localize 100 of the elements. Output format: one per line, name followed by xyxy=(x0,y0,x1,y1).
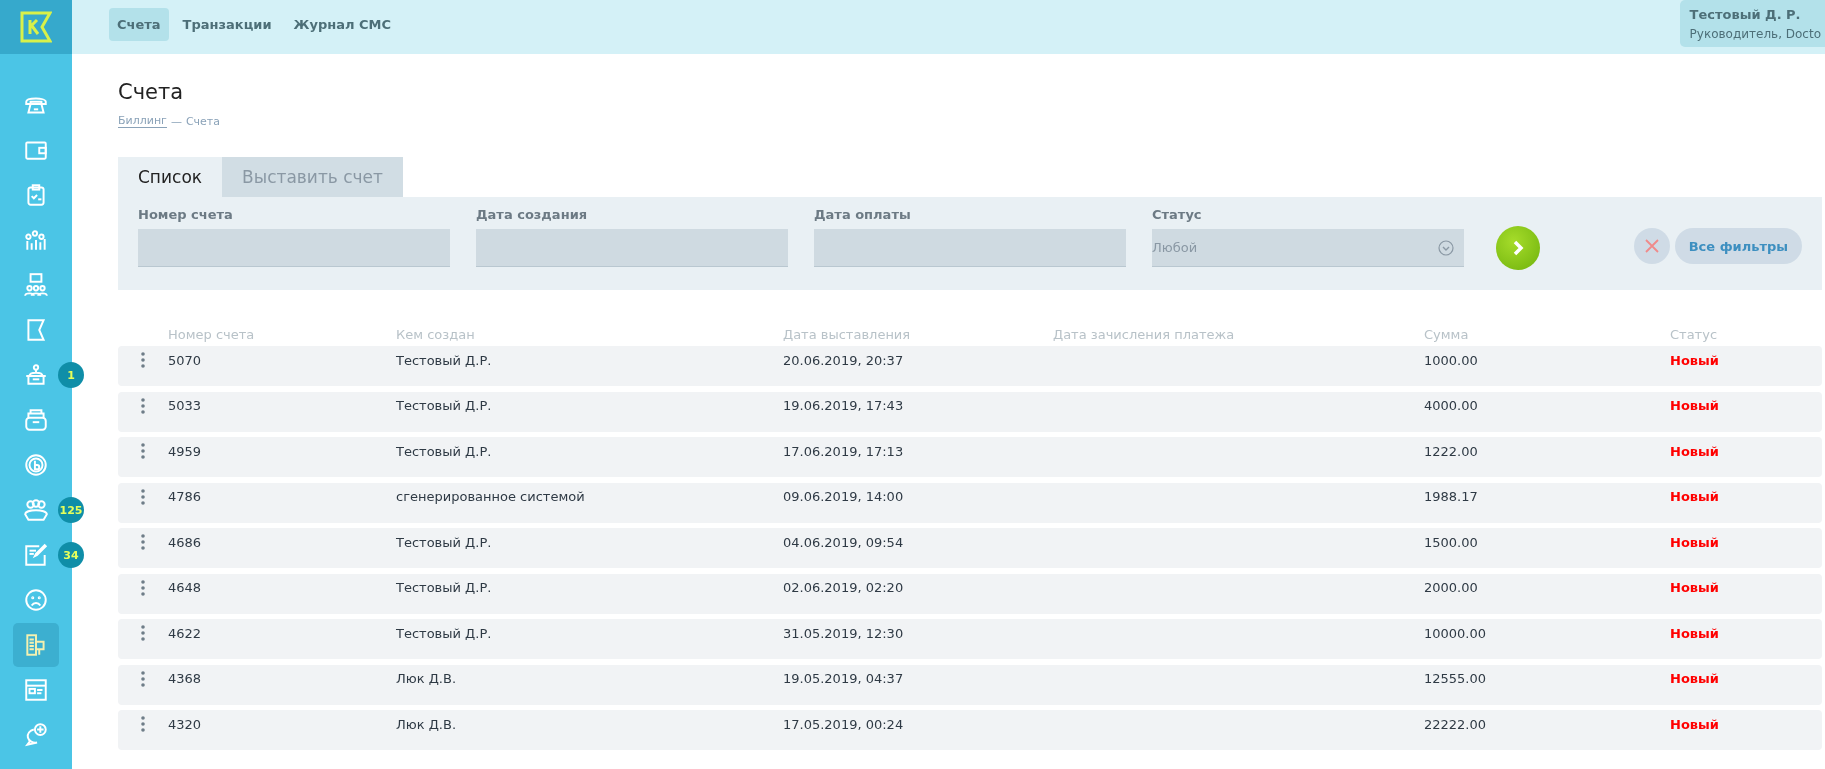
table-cell-text: 5070 xyxy=(168,352,203,368)
table-cell-text: Тестовый Д.Р. xyxy=(396,625,493,641)
all-filters-button[interactable]: Все фильтры xyxy=(1674,228,1802,264)
table-cell-text: 19.06.2019, 17:43 xyxy=(783,398,905,413)
user-name: Тестовый Д. Р. xyxy=(1689,7,1802,22)
input-field[interactable] xyxy=(476,229,788,267)
table-row[interactable]: 4368 Люк Д.В. 19.05.2019, 04:37 12555.00 Новый xyxy=(118,664,1822,705)
more-icon[interactable] xyxy=(141,625,145,641)
more-icon[interactable] xyxy=(141,716,145,732)
filter-label: Номер счета xyxy=(138,207,234,222)
filter-label: Дата создания xyxy=(476,207,589,222)
table-cell-text: 4000.00 xyxy=(1424,398,1479,413)
table-cell-text: 04.06.2019, 09:54 xyxy=(783,534,905,550)
breadcrumb-current: Счета xyxy=(185,114,220,128)
table-cell-text: 1988.17 xyxy=(1424,489,1479,504)
table-cell-text: Люк Д.В. xyxy=(396,671,458,686)
table-cell-text: 09.06.2019, 14:00 xyxy=(783,489,905,504)
table-cell-text: 4622 xyxy=(168,625,203,641)
status-label: Новый xyxy=(1670,352,1720,368)
chevron-down-icon xyxy=(1438,239,1454,256)
table-row[interactable]: 4648 Тестовый Д.Р. 02.06.2019, 02:20 2000.00 Новый xyxy=(118,573,1822,614)
more-icon[interactable] xyxy=(141,534,145,550)
table-cell-text: 4786 xyxy=(168,489,203,504)
status-label: Новый xyxy=(1670,671,1720,686)
table-cell-text: Тестовый Д.Р. xyxy=(396,398,493,413)
table-row[interactable]: 4686 Тестовый Д.Р. 04.06.2019, 09:54 1500.00 Новый xyxy=(118,528,1822,568)
coin-icon xyxy=(23,452,49,478)
table-cell-text: 4368 xyxy=(168,671,203,686)
table-cell-text: Тестовый Д.Р. xyxy=(396,534,493,550)
sidebar-item[interactable] xyxy=(13,623,59,667)
table-cell-text: 1000.00 xyxy=(1424,352,1479,368)
archive-icon xyxy=(23,407,49,433)
group-icon xyxy=(23,497,49,523)
clear-button[interactable] xyxy=(1633,228,1670,264)
table-cell-text: 4648 xyxy=(168,580,203,595)
more-icon[interactable] xyxy=(141,670,145,687)
chevron-right-icon xyxy=(1511,240,1525,256)
tab[interactable]: Список xyxy=(118,157,223,197)
table-cell-text: 1500.00 xyxy=(1424,534,1479,550)
browser-window-icon xyxy=(23,677,49,703)
table-cell-text: 4320 xyxy=(168,716,203,732)
table-cell-text: 4959 xyxy=(168,443,203,459)
table-cell-text: 1222.00 xyxy=(1424,443,1479,459)
table-row[interactable]: 5033 Тестовый Д.Р. 19.06.2019, 17:43 4000.00 Новый xyxy=(118,391,1822,432)
table-cell-text: 19.05.2019, 04:37 xyxy=(783,671,905,686)
table-cell-text: Люк Д.В. xyxy=(396,716,458,732)
table-cell-text: Тестовый Д.Р. xyxy=(396,443,493,459)
edit-icon xyxy=(23,542,49,568)
table-cell-text: 17.05.2019, 00:24 xyxy=(783,716,905,732)
people-icon xyxy=(23,272,49,298)
table-row[interactable]: 4786 сгенерированное системой 09.06.2019, 14:00 1988.17 Новый xyxy=(118,482,1822,523)
user-role: Руководитель, Docto xyxy=(1689,27,1821,41)
input-field[interactable] xyxy=(138,229,450,267)
table-cell-text: 20.06.2019, 20:37 xyxy=(783,352,905,368)
status-label: Новый xyxy=(1670,489,1720,504)
count-badge: 125 xyxy=(58,497,84,523)
sad-face-icon xyxy=(23,587,49,613)
close-icon xyxy=(1644,239,1659,253)
more-icon[interactable] xyxy=(141,579,145,596)
table-cell-text: 12555.00 xyxy=(1424,671,1488,686)
count-badge: 34 xyxy=(58,542,84,568)
table-cell-text: Тестовый Д.Р. xyxy=(396,580,493,595)
page-title: Счета xyxy=(118,80,185,104)
breadcrumb-separator: — xyxy=(170,114,182,128)
table-row[interactable]: 4959 Тестовый Д.Р. 17.06.2019, 17:13 1222.00 Новый xyxy=(118,437,1822,477)
status-label: Новый xyxy=(1670,580,1720,595)
apply-button[interactable] xyxy=(1496,226,1540,270)
status-label: Новый xyxy=(1670,625,1720,641)
more-icon[interactable] xyxy=(141,443,145,459)
table-cell-text: сгенерированное системой xyxy=(396,489,586,504)
table-cell-text: 5033 xyxy=(168,398,203,413)
table-cell-text: 17.06.2019, 17:13 xyxy=(783,443,905,459)
more-icon[interactable] xyxy=(141,488,145,505)
table-cell-text: 02.06.2019, 02:20 xyxy=(783,580,905,595)
count-badge: 1 xyxy=(58,362,84,388)
filter-label: Статус xyxy=(1152,207,1203,222)
table-cell-text: 31.05.2019, 12:30 xyxy=(783,625,905,641)
nav-tab[interactable]: Счета xyxy=(109,8,169,41)
table-cell-text: 22222.00 xyxy=(1424,716,1488,732)
table-row[interactable]: 4320 Люк Д.В. 17.05.2019, 00:24 22222.00 Новый xyxy=(118,710,1822,750)
user-card[interactable]: Тестовый Д. Р. Руководитель, Docto xyxy=(1679,0,1825,47)
status-label: Новый xyxy=(1670,443,1720,459)
input-field[interactable] xyxy=(814,229,1126,267)
nav-tab[interactable]: Журнал СМС xyxy=(285,8,400,41)
table-cell-text: 4686 xyxy=(168,534,203,550)
table-cell-text: 10000.00 xyxy=(1424,625,1488,641)
breadcrumb-link[interactable]: Биллинг xyxy=(118,114,167,128)
table-row[interactable]: 5070 Тестовый Д.Р. 20.06.2019, 20:37 1000.00 Новый xyxy=(118,346,1822,386)
status-label: Новый xyxy=(1670,716,1720,732)
more-icon[interactable] xyxy=(141,397,145,414)
chat-plus-icon xyxy=(23,722,49,748)
more-icon[interactable] xyxy=(141,352,145,368)
logo-icon[interactable] xyxy=(20,11,52,43)
table-row[interactable]: 4622 Тестовый Д.Р. 31.05.2019, 12:30 10000.00 Новый xyxy=(118,619,1822,659)
filter-label: Дата оплаты xyxy=(814,207,912,222)
desk-bell-icon xyxy=(23,362,49,388)
table-cell-text: Тестовый Д.Р. xyxy=(396,352,493,368)
table-cell-text: 2000.00 xyxy=(1424,580,1479,595)
nav-tab[interactable]: Транзакции xyxy=(174,8,280,41)
status-label: Новый xyxy=(1670,398,1720,413)
